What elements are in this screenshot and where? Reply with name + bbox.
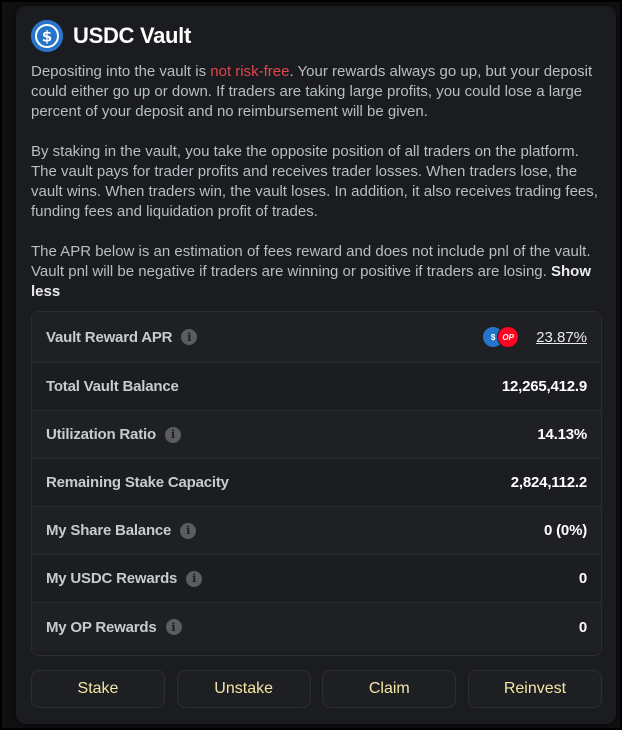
apr-note: The APR below is an estimation of fees r… xyxy=(31,243,591,280)
stat-row-share-balance: My Share Balance i 0 (0%) xyxy=(32,507,601,555)
reinvest-button[interactable]: Reinvest xyxy=(467,670,602,708)
stat-row-total-balance: Total Vault Balance 12,265,412.9 xyxy=(32,363,601,411)
stat-value-op-rewards: 0 xyxy=(578,618,587,636)
info-icon[interactable]: i xyxy=(180,522,197,539)
stat-row-apr: Vault Reward APR i $ OP 23.87% xyxy=(32,312,601,363)
stat-label-op-rewards: My OP Rewards xyxy=(46,618,157,636)
description-paragraph-staking: By staking in the vault, you take the op… xyxy=(31,143,598,220)
vault-card: $ USDC Vault Depositing into the vault i… xyxy=(16,6,616,724)
apr-value[interactable]: 23.87% xyxy=(536,329,587,346)
stat-row-utilization: Utilization Ratio i 14.13% xyxy=(32,411,601,459)
stat-label-apr: Vault Reward APR xyxy=(46,328,173,346)
risk-warning: not risk-free xyxy=(210,63,290,80)
stake-button[interactable]: Stake xyxy=(31,670,165,708)
op-token-icon: OP xyxy=(497,326,520,348)
unstake-button[interactable]: Unstake xyxy=(176,670,311,708)
claim-button[interactable]: Claim xyxy=(322,670,457,708)
stat-value-total-balance: 12,265,412.9 xyxy=(501,378,587,395)
stat-label-remaining-capacity: Remaining Stake Capacity xyxy=(46,474,229,491)
stat-row-usdc-rewards: My USDC Rewards i 0 xyxy=(32,555,601,603)
usdc-icon: $ xyxy=(31,20,63,52)
stat-value-share-balance: 0 (0%) xyxy=(544,522,587,539)
info-icon[interactable]: i xyxy=(186,570,203,587)
vault-header: $ USDC Vault xyxy=(31,20,191,52)
description-paragraph-apr: The APR below is an estimation of fees r… xyxy=(31,242,603,302)
reward-tokens: $ OP xyxy=(482,326,520,348)
stat-value-remaining-capacity: 2,824,112.2 xyxy=(510,474,587,491)
info-icon[interactable]: i xyxy=(164,426,181,443)
stat-value-utilization: 14.13% xyxy=(537,426,587,443)
vault-stats-table: Vault Reward APR i $ OP 23.87% Total Vau… xyxy=(31,311,602,656)
stat-value-usdc-rewards: 0 xyxy=(578,570,587,587)
info-icon[interactable]: i xyxy=(181,329,198,345)
page-title: USDC Vault xyxy=(73,23,192,48)
vault-actions: Stake Unstake Claim Reinvest xyxy=(31,670,602,710)
stat-row-op-rewards: My OP Rewards i 0 xyxy=(32,603,601,651)
window-frame: $ USDC Vault Depositing into the vault i… xyxy=(0,0,622,730)
stat-label-usdc-rewards: My USDC Rewards xyxy=(46,570,178,587)
info-icon[interactable]: i xyxy=(165,619,182,635)
usdc-icon-glyph: $ xyxy=(42,28,52,46)
stat-label-share-balance: My Share Balance xyxy=(46,522,172,539)
stat-label-total-balance: Total Vault Balance xyxy=(46,378,179,395)
risk-prefix: Depositing into the vault is xyxy=(31,63,211,80)
description-paragraph-risk: Depositing into the vault is not risk-fr… xyxy=(31,62,603,122)
vault-description: Depositing into the vault is not risk-fr… xyxy=(31,62,603,302)
stat-row-remaining-capacity: Remaining Stake Capacity 2,824,112.2 xyxy=(32,459,601,507)
stat-label-utilization: Utilization Ratio xyxy=(46,426,156,443)
